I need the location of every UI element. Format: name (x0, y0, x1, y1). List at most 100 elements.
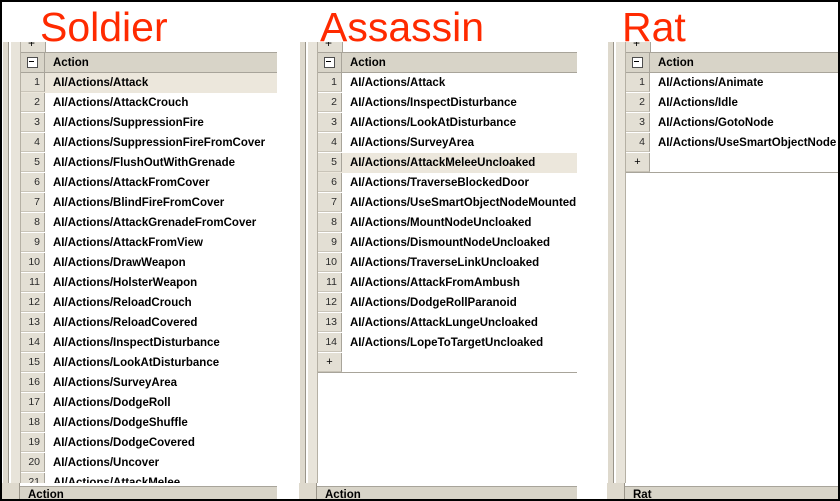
row-number[interactable]: 5 (21, 153, 45, 172)
table-row[interactable]: 5 AI/Actions/AttackMeleeUncloaked (318, 153, 577, 173)
action-path-cell[interactable]: AI/Actions/FlushOutWithGrenade (45, 157, 277, 169)
row-number[interactable]: 2 (626, 93, 650, 112)
row-number[interactable]: 14 (21, 333, 45, 352)
row-number[interactable]: 4 (318, 133, 342, 152)
table-row[interactable]: 20 AI/Actions/Uncover (21, 453, 277, 473)
clipped-add-row-strip[interactable]: + (626, 42, 838, 53)
row-number[interactable]: 1 (626, 73, 650, 92)
table-row[interactable]: 11 AI/Actions/AttackFromAmbush (318, 273, 577, 293)
row-number[interactable]: 1 (318, 73, 342, 92)
action-path-cell[interactable]: AI/Actions/DodgeCovered (45, 437, 277, 449)
action-path-cell[interactable]: AI/Actions/AttackMeleeUncloaked (342, 157, 577, 169)
action-path-cell[interactable]: AI/Actions/DodgeRollParanoid (342, 297, 577, 309)
row-number[interactable]: 20 (21, 453, 45, 472)
table-row[interactable]: 5 AI/Actions/FlushOutWithGrenade (21, 153, 277, 173)
row-number[interactable]: 10 (21, 253, 45, 272)
action-path-cell[interactable]: AI/Actions/LookAtDisturbance (342, 117, 577, 129)
action-path-cell[interactable]: AI/Actions/GotoNode (650, 117, 838, 129)
row-number[interactable]: 3 (626, 113, 650, 132)
row-number[interactable]: 7 (21, 193, 45, 212)
row-number[interactable]: 9 (21, 233, 45, 252)
table-row[interactable]: 6 AI/Actions/AttackFromCover (21, 173, 277, 193)
action-path-cell[interactable]: AI/Actions/MountNodeUncloaked (342, 217, 577, 229)
row-number[interactable]: 10 (318, 253, 342, 272)
row-number[interactable]: 7 (318, 193, 342, 212)
table-row[interactable]: 1 AI/Actions/Attack (318, 73, 577, 93)
table-row[interactable]: 11 AI/Actions/HolsterWeapon (21, 273, 277, 293)
clipped-add-row-strip[interactable]: + (318, 42, 577, 53)
action-path-cell[interactable]: AI/Actions/Animate (650, 77, 838, 89)
table-row[interactable]: 4 AI/Actions/SurveyArea (318, 133, 577, 153)
row-number[interactable]: 4 (626, 133, 650, 152)
row-number[interactable]: 17 (21, 393, 45, 412)
table-row[interactable]: 9 AI/Actions/DismountNodeUncloaked (318, 233, 577, 253)
table-row[interactable]: 15 AI/Actions/LookAtDisturbance (21, 353, 277, 373)
add-row[interactable]: + (318, 353, 577, 372)
row-number[interactable]: 4 (21, 133, 45, 152)
table-row[interactable]: 2 AI/Actions/InspectDisturbance (318, 93, 577, 113)
table-row[interactable]: 6 AI/Actions/TraverseBlockedDoor (318, 173, 577, 193)
table-row[interactable]: 14 AI/Actions/LopeToTargetUncloaked (318, 333, 577, 353)
row-number[interactable]: 8 (21, 213, 45, 232)
action-path-cell[interactable]: AI/Actions/AttackFromCover (45, 177, 277, 189)
action-path-cell[interactable]: AI/Actions/LookAtDisturbance (45, 357, 277, 369)
vertical-scrollbar[interactable] (615, 42, 626, 492)
action-path-cell[interactable]: AI/Actions/SuppressionFireFromCover (45, 137, 277, 149)
row-number[interactable]: 13 (318, 313, 342, 332)
action-path-cell[interactable]: AI/Actions/AttackCrouch (45, 97, 277, 109)
action-path-cell[interactable]: AI/Actions/UseSmartObjectNodeMounted (342, 197, 577, 209)
table-row[interactable]: 3 AI/Actions/SuppressionFire (21, 113, 277, 133)
table-row[interactable]: 13 AI/Actions/ReloadCovered (21, 313, 277, 333)
table-row[interactable]: 17 AI/Actions/DodgeRoll (21, 393, 277, 413)
action-path-cell[interactable]: AI/Actions/ReloadCrouch (45, 297, 277, 309)
table-row[interactable]: 1 AI/Actions/Animate (626, 73, 838, 93)
vertical-scrollbar[interactable] (307, 42, 318, 492)
table-row[interactable]: 14 AI/Actions/InspectDisturbance (21, 333, 277, 353)
vertical-scrollbar[interactable] (10, 42, 21, 492)
action-path-cell[interactable]: AI/Actions/ReloadCovered (45, 317, 277, 329)
action-path-cell[interactable]: AI/Actions/TraverseBlockedDoor (342, 177, 577, 189)
collapse-cell[interactable] (318, 53, 342, 72)
table-row[interactable]: 7 AI/Actions/UseSmartObjectNodeMounted (318, 193, 577, 213)
action-path-cell[interactable]: AI/Actions/HolsterWeapon (45, 277, 277, 289)
collapse-minus-icon[interactable] (324, 57, 335, 68)
row-number[interactable]: 12 (318, 293, 342, 312)
table-row[interactable]: 7 AI/Actions/BlindFireFromCover (21, 193, 277, 213)
table-row[interactable]: 2 AI/Actions/Idle (626, 93, 838, 113)
row-number[interactable]: 15 (21, 353, 45, 372)
action-path-cell[interactable]: AI/Actions/SurveyArea (342, 137, 577, 149)
row-number[interactable]: 13 (21, 313, 45, 332)
action-path-cell[interactable]: AI/Actions/DismountNodeUncloaked (342, 237, 577, 249)
action-path-cell[interactable]: AI/Actions/Idle (650, 97, 838, 109)
table-row[interactable]: 12 AI/Actions/ReloadCrouch (21, 293, 277, 313)
table-row[interactable]: 10 AI/Actions/TraverseLinkUncloaked (318, 253, 577, 273)
plus-icon[interactable]: + (633, 42, 640, 49)
table-row[interactable]: 2 AI/Actions/AttackCrouch (21, 93, 277, 113)
collapse-cell[interactable] (626, 53, 650, 72)
table-row[interactable]: 12 AI/Actions/DodgeRollParanoid (318, 293, 577, 313)
row-number[interactable]: 2 (21, 93, 45, 112)
row-number[interactable]: 3 (318, 113, 342, 132)
action-path-cell[interactable]: AI/Actions/Attack (342, 77, 577, 89)
column-header-label[interactable]: Action (650, 57, 694, 69)
action-path-cell[interactable]: AI/Actions/Attack (45, 77, 277, 89)
table-row[interactable]: 18 AI/Actions/DodgeShuffle (21, 413, 277, 433)
table-row[interactable]: 3 AI/Actions/GotoNode (626, 113, 838, 133)
table-row[interactable]: 4 AI/Actions/SuppressionFireFromCover (21, 133, 277, 153)
plus-icon[interactable]: + (28, 42, 35, 49)
action-path-cell[interactable]: AI/Actions/TraverseLinkUncloaked (342, 257, 577, 269)
action-path-cell[interactable]: AI/Actions/DrawWeapon (45, 257, 277, 269)
row-number[interactable]: 19 (21, 433, 45, 452)
row-number[interactable]: 11 (318, 273, 342, 292)
add-row[interactable]: + (626, 153, 838, 172)
row-number[interactable]: 8 (318, 213, 342, 232)
action-path-cell[interactable]: AI/Actions/Uncover (45, 457, 277, 469)
action-path-cell[interactable]: AI/Actions/InspectDisturbance (342, 97, 577, 109)
collapse-minus-icon[interactable] (27, 57, 38, 68)
table-row[interactable]: 4 AI/Actions/UseSmartObjectNode (626, 133, 838, 153)
table-row[interactable]: 3 AI/Actions/LookAtDisturbance (318, 113, 577, 133)
plus-icon[interactable]: + (325, 42, 332, 49)
collapse-cell[interactable] (21, 53, 45, 72)
row-number[interactable]: 11 (21, 273, 45, 292)
table-row[interactable]: 8 AI/Actions/AttackGrenadeFromCover (21, 213, 277, 233)
